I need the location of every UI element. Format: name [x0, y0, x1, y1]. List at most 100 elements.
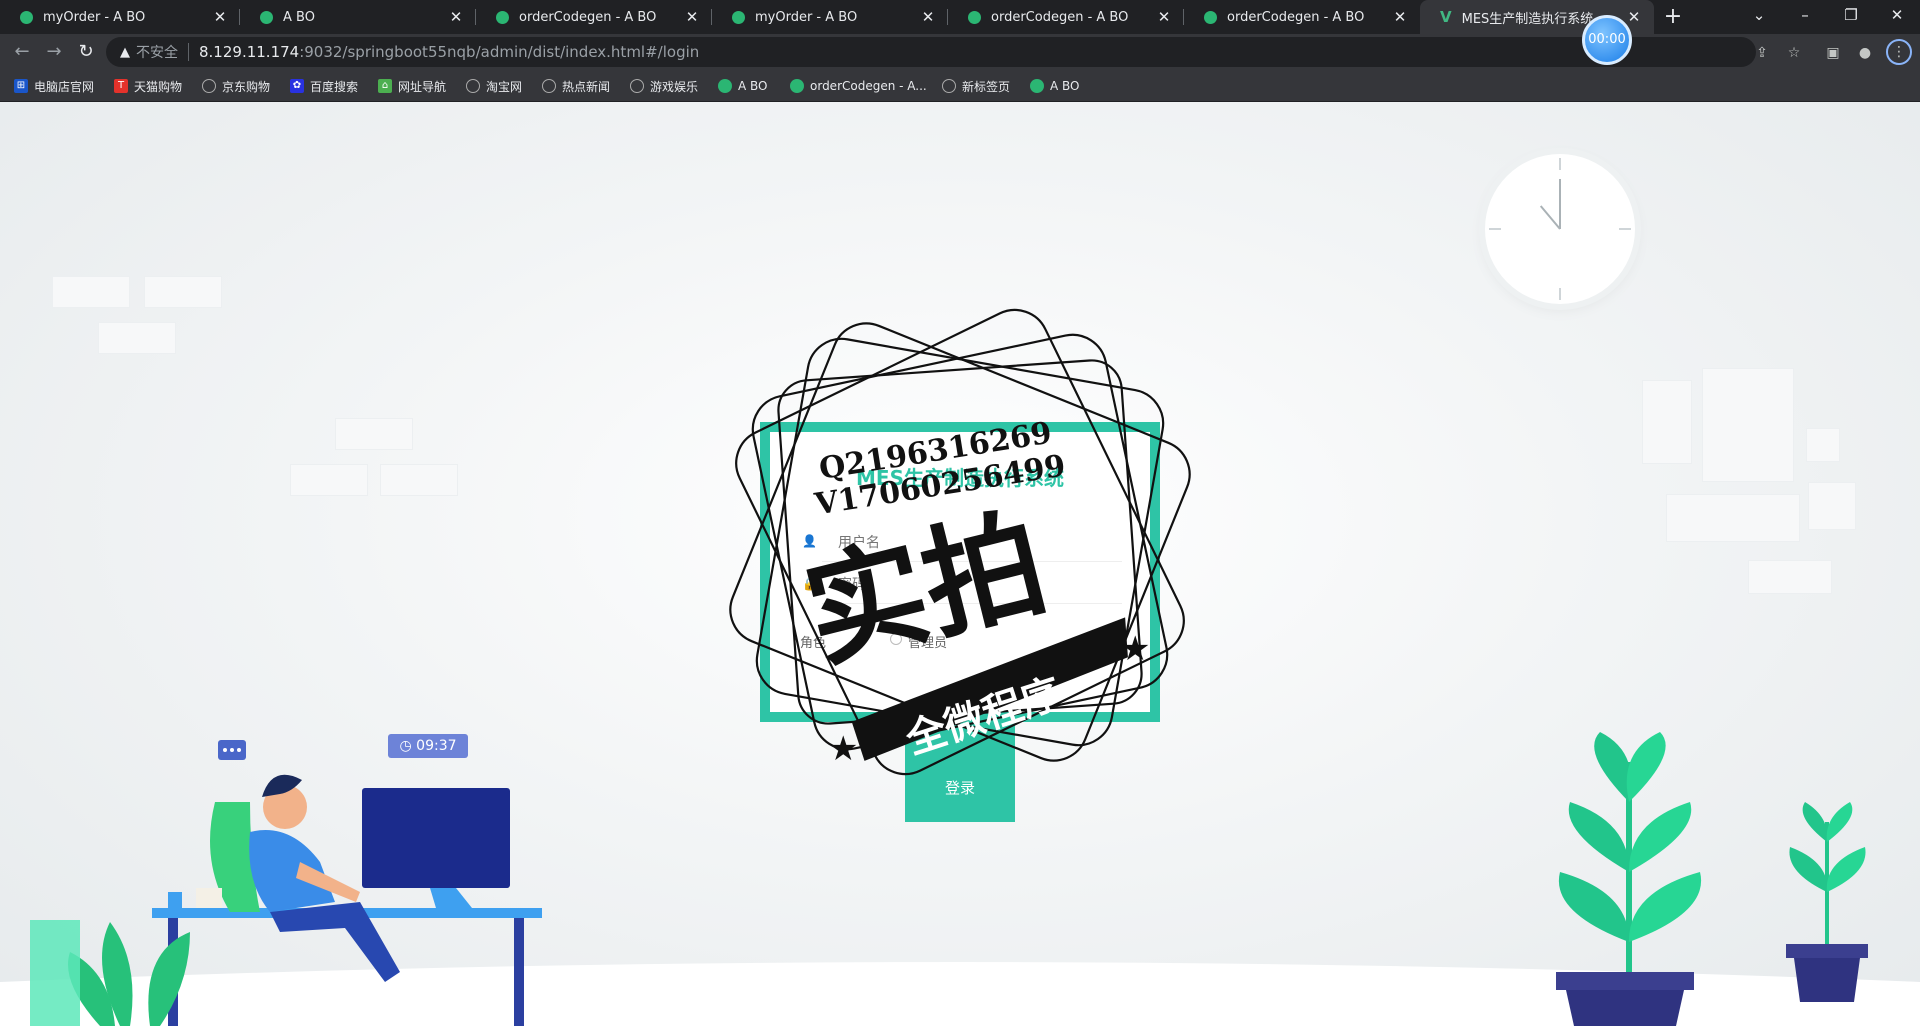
- decorative-block: [380, 464, 458, 496]
- baidu-icon: ✿: [290, 79, 304, 93]
- wall-clock-icon: [1485, 154, 1635, 304]
- bookmark-star-icon[interactable]: ☆: [1783, 42, 1805, 64]
- security-status-label[interactable]: 不安全: [136, 42, 178, 62]
- close-icon[interactable]: ✕: [212, 9, 228, 25]
- tmall-icon: T: [114, 79, 128, 93]
- tab-myorder-1[interactable]: myOrder - A BO ✕: [0, 0, 240, 34]
- password-field[interactable]: [822, 566, 1122, 604]
- decorative-block: [1666, 494, 1800, 542]
- decorative-block: [1748, 560, 1832, 594]
- address-bar[interactable]: ▲ 不安全 8.129.11.174 :9032/springboot55nqb…: [106, 37, 1756, 67]
- menu-kebab-icon[interactable]: ⋮: [1886, 39, 1912, 65]
- lock-icon: 🔒: [802, 577, 817, 591]
- bookmark-item[interactable]: orderCodegen - A...: [790, 70, 927, 102]
- close-icon[interactable]: ✕: [1156, 9, 1172, 25]
- computer-store-icon: ⊞: [14, 79, 28, 93]
- abo-favicon-icon: [496, 10, 509, 24]
- decorative-block: [144, 276, 222, 308]
- globe-icon: [542, 79, 556, 93]
- close-icon[interactable]: ✕: [920, 9, 936, 25]
- globe-icon: [942, 79, 956, 93]
- tab-strip: myOrder - A BO ✕ A BO ✕ orderCodegen - A…: [0, 0, 1920, 34]
- login-form-card: MES生产制造执行系统 👤 🔒 角色 管理员: [760, 422, 1160, 722]
- time-badge: ◷ 09:37: [388, 734, 468, 758]
- abo-favicon-icon: [732, 10, 745, 24]
- side-panel-icon[interactable]: ▣: [1822, 42, 1844, 64]
- bookmark-item[interactable]: A BO: [718, 70, 768, 102]
- tab-ordercodegen-1[interactable]: orderCodegen - A BO ✕: [476, 0, 712, 34]
- share-icon[interactable]: ⇪: [1751, 42, 1773, 64]
- decorative-block: [335, 418, 413, 450]
- back-arrow-icon[interactable]: ←: [8, 38, 36, 66]
- role-option-label[interactable]: 管理员: [908, 632, 947, 651]
- vue-favicon-icon: V: [1440, 8, 1452, 26]
- reload-icon[interactable]: ↻: [72, 38, 100, 66]
- close-icon[interactable]: ✕: [448, 9, 464, 25]
- role-radio-admin[interactable]: [890, 633, 902, 645]
- username-input[interactable]: [822, 524, 1122, 561]
- abo-favicon-icon: [260, 10, 273, 24]
- decorative-block: [290, 464, 368, 496]
- decorative-block: [1642, 380, 1692, 464]
- tab-ordercodegen-3[interactable]: orderCodegen - A BO ✕: [1184, 0, 1420, 34]
- chat-bubble-icon: [218, 740, 246, 760]
- url-host: 8.129.11.174: [199, 43, 300, 61]
- close-icon[interactable]: ✕: [684, 9, 700, 25]
- abo-icon: [790, 79, 804, 93]
- browser-toolbar: ← → ↻ ▲ 不安全 8.129.11.174 :9032/springboo…: [0, 34, 1920, 70]
- bookmark-item[interactable]: A BO: [1030, 70, 1080, 102]
- decorative-block: [1806, 428, 1840, 462]
- globe-icon: [630, 79, 644, 93]
- globe-icon: [466, 79, 480, 93]
- bookmark-item[interactable]: 热点新闻: [542, 70, 610, 102]
- abo-icon: [718, 79, 732, 93]
- decorative-block: [52, 276, 130, 308]
- tab-search-chevron-icon[interactable]: ⌄: [1736, 0, 1782, 34]
- profile-icon[interactable]: ●: [1854, 42, 1876, 64]
- forward-arrow-icon[interactable]: →: [40, 38, 68, 66]
- clock-icon: ◷: [399, 738, 412, 754]
- tab-ordercodegen-2[interactable]: orderCodegen - A BO ✕: [948, 0, 1184, 34]
- window-close-button[interactable]: ✕: [1874, 0, 1920, 34]
- computer-monitor-icon: [362, 788, 510, 908]
- tab-title: A BO: [283, 9, 315, 25]
- small-potted-plant-icon: [1786, 802, 1868, 1002]
- bookmark-item[interactable]: ✿ 百度搜索: [290, 70, 358, 102]
- bookmark-item[interactable]: 新标签页: [942, 70, 1010, 102]
- tab-title: orderCodegen - A BO: [1227, 9, 1365, 25]
- tab-title: orderCodegen - A BO: [991, 9, 1129, 25]
- bookmark-item[interactable]: 京东购物: [202, 70, 270, 102]
- decorative-block: [98, 322, 176, 354]
- bookmark-item[interactable]: ⊞ 电脑店官网: [14, 70, 94, 102]
- close-icon[interactable]: ✕: [1626, 9, 1642, 25]
- decorative-block: [1702, 368, 1794, 482]
- bookmark-item[interactable]: 游戏娱乐: [630, 70, 698, 102]
- bookmark-item[interactable]: T 天猫购物: [114, 70, 182, 102]
- abo-icon: [1030, 79, 1044, 93]
- tab-title: myOrder - A BO: [755, 9, 858, 25]
- restore-button[interactable]: ❐: [1828, 0, 1874, 34]
- abo-favicon-icon: [968, 10, 981, 24]
- system-title: MES生产制造执行系统: [856, 466, 1064, 490]
- bookmarks-bar: ⊞ 电脑店官网 T 天猫购物 京东购物 ✿ 百度搜索 ⌂ 网址导航 淘宝网 热点新闻 游…: [0, 70, 1920, 102]
- recording-timer-badge[interactable]: 00:00: [1582, 15, 1632, 65]
- username-field[interactable]: [822, 524, 1122, 562]
- login-button[interactable]: 登录: [905, 722, 1015, 822]
- tab-myorder-2[interactable]: myOrder - A BO ✕: [712, 0, 948, 34]
- password-input[interactable]: [822, 566, 1122, 603]
- warning-triangle-icon: ▲: [120, 44, 130, 60]
- close-icon[interactable]: ✕: [1392, 9, 1408, 25]
- star-icon: ★: [828, 729, 858, 769]
- bookmark-item[interactable]: 淘宝网: [466, 70, 522, 102]
- new-tab-button[interactable]: +: [1660, 4, 1686, 30]
- user-icon: 👤: [802, 534, 817, 548]
- potted-plant-icon: [1556, 732, 1702, 1026]
- person-at-desk-icon: [249, 774, 400, 982]
- role-label: 角色: [800, 636, 827, 651]
- login-page: MES生产制造执行系统 👤 🔒 角色 管理员 登录 Q2196316269 V1…: [0, 102, 1920, 1026]
- abo-favicon-icon: [1204, 10, 1217, 24]
- tab-abo[interactable]: A BO ✕: [240, 0, 476, 34]
- bookmark-item[interactable]: ⌂ 网址导航: [378, 70, 446, 102]
- tab-title: myOrder - A BO: [43, 9, 146, 25]
- minimize-button[interactable]: –: [1782, 0, 1828, 34]
